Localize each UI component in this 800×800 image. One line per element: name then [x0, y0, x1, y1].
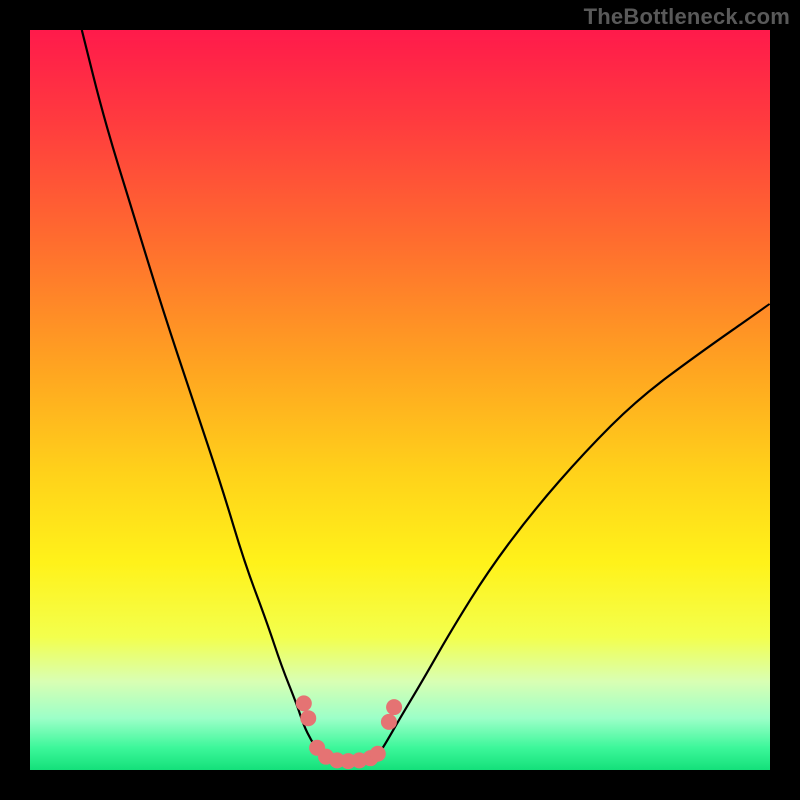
gradient-background [30, 30, 770, 770]
marker-dot [300, 710, 316, 726]
marker-dot [370, 746, 386, 762]
marker-dot [386, 699, 402, 715]
marker-dot [296, 695, 312, 711]
chart-frame: TheBottleneck.com [0, 0, 800, 800]
watermark-text: TheBottleneck.com [584, 4, 790, 30]
marker-dot [381, 714, 397, 730]
chart-plot [30, 30, 770, 770]
